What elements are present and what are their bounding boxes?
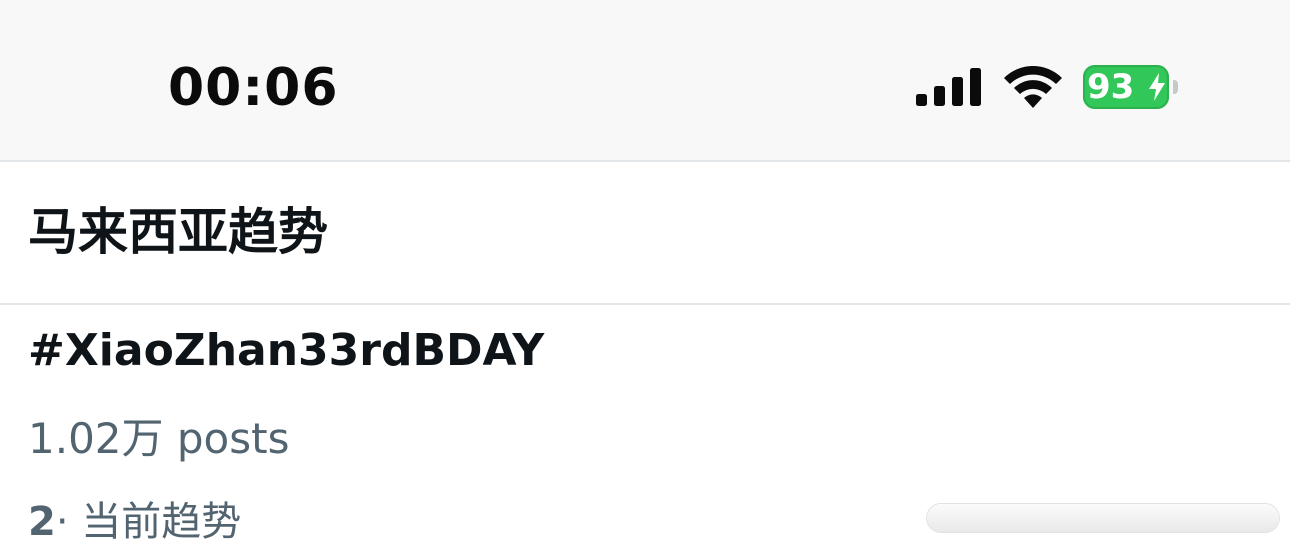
cellular-signal-icon <box>916 68 981 106</box>
status-time: 00:06 <box>168 58 339 118</box>
charging-bolt-icon <box>1149 73 1165 101</box>
trend-name[interactable]: #XiaoZhan33rdBDAY <box>28 322 544 380</box>
page-title: 马来西亚趋势 <box>28 203 328 261</box>
status-bar: 00:06 93 <box>0 0 1290 160</box>
battery-charging-icon: 93 <box>1083 65 1169 109</box>
status-divider <box>0 160 1290 162</box>
battery-indicator: 93 <box>1083 65 1179 109</box>
battery-level: 93 <box>1087 67 1135 107</box>
battery-tip <box>1173 80 1178 94</box>
wifi-icon <box>1004 66 1062 108</box>
header-divider <box>0 303 1290 305</box>
trend-context: 当前趋势 <box>81 499 242 545</box>
next-trend-meta: 2· 当前趋势 <box>28 494 241 550</box>
trend-rank: 2 <box>28 499 56 545</box>
trend-separator: · <box>55 499 69 545</box>
trend-post-count: 1.02万 posts <box>28 414 290 463</box>
scroll-indicator[interactable] <box>927 504 1279 532</box>
